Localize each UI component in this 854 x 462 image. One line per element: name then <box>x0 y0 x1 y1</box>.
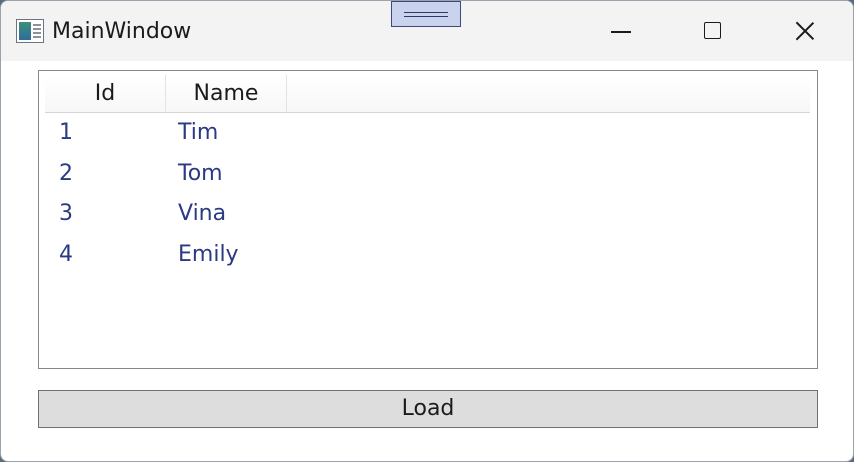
people-list-view[interactable]: Id Name 1 Tim 2 Tom 3 Vina 4 Emily <box>38 70 818 369</box>
cell-id: 2 <box>59 160 73 186</box>
list-item[interactable]: 4 Emily <box>45 235 810 276</box>
minimize-button[interactable] <box>599 9 645 53</box>
maximize-icon <box>704 22 721 39</box>
main-window: MainWindow Id Name 1 Tim 2 Tom 3 Vina 4 … <box>0 0 854 462</box>
list-item[interactable]: 2 Tom <box>45 154 810 195</box>
list-item[interactable]: 3 Vina <box>45 194 810 235</box>
maximize-button[interactable] <box>690 9 736 53</box>
list-item[interactable]: 1 Tim <box>45 113 810 154</box>
cell-name: Emily <box>178 241 239 267</box>
cell-name: Tim <box>178 120 219 145</box>
close-icon <box>794 20 816 42</box>
cell-id: 3 <box>59 201 73 226</box>
cell-name: Tom <box>178 160 223 186</box>
load-button[interactable]: Load <box>38 390 818 428</box>
drag-handle-icon[interactable] <box>391 1 461 27</box>
close-button[interactable] <box>782 9 828 53</box>
app-window-icon <box>16 19 44 43</box>
list-rows: 1 Tim 2 Tom 3 Vina 4 Emily <box>45 113 810 275</box>
cell-id: 4 <box>59 241 73 267</box>
list-header: Id Name <box>45 75 810 113</box>
minimize-icon <box>611 31 631 33</box>
column-header-id[interactable]: Id <box>45 75 166 112</box>
cell-name: Vina <box>178 201 227 226</box>
cell-id: 1 <box>59 120 73 145</box>
window-title: MainWindow <box>52 19 192 44</box>
column-header-name[interactable]: Name <box>166 75 287 112</box>
title-bar[interactable]: MainWindow <box>1 1 853 61</box>
